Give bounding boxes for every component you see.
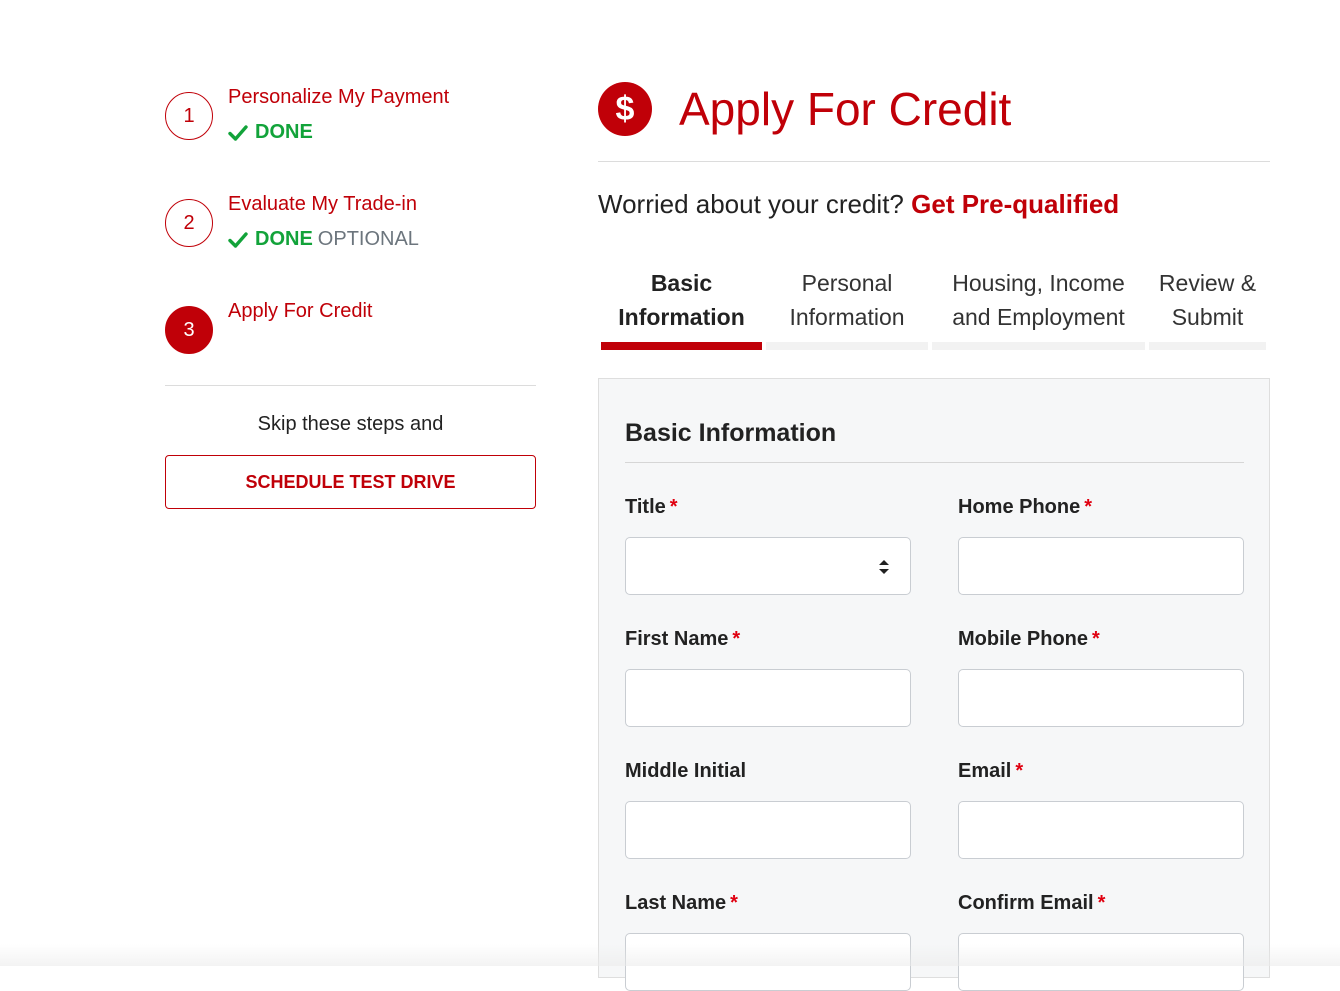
tab-basic-information[interactable]: Basic Information xyxy=(601,266,762,334)
mobile-phone-label-text: Mobile Phone xyxy=(958,628,1088,650)
tab-indicator xyxy=(1149,342,1266,350)
step-number-3: 3 xyxy=(165,306,213,354)
tab-label-line1: Basic xyxy=(650,270,713,296)
step-status-personalize-payment: DONE xyxy=(228,121,313,144)
email-label: Email * xyxy=(958,760,1023,783)
required-marker: * xyxy=(669,496,678,518)
required-marker: * xyxy=(1097,892,1106,914)
header-divider xyxy=(598,161,1270,162)
tab-personal-information[interactable]: Personal Information xyxy=(766,266,928,334)
section-title: Basic Information xyxy=(625,419,837,447)
bottom-scroll-fade xyxy=(0,944,1340,966)
confirm-email-label-text: Confirm Email xyxy=(958,892,1094,914)
required-marker: * xyxy=(730,892,738,914)
skip-steps-text: Skip these steps and xyxy=(257,413,444,435)
title-label-text: Title xyxy=(625,496,666,518)
step-number-2: 2 xyxy=(165,199,213,247)
middle-initial-input[interactable] xyxy=(625,801,911,859)
required-marker: * xyxy=(1092,628,1100,650)
step-title-personalize-payment[interactable]: Personalize My Payment xyxy=(228,86,449,109)
tab-label-line1: Housing, Income xyxy=(952,270,1125,296)
confirm-email-label: Confirm Email * xyxy=(958,892,1105,915)
tab-label-line1: Personal xyxy=(801,270,893,296)
steps-sidebar: 1 Personalize My Payment DONE 2 Evaluate… xyxy=(165,80,536,509)
home-phone-input[interactable] xyxy=(958,537,1244,595)
tab-label-line2: Information xyxy=(618,304,745,330)
mobile-phone-label: Mobile Phone * xyxy=(958,628,1100,651)
page-header: $ Apply For Credit xyxy=(598,80,1270,138)
done-label: DONE xyxy=(255,228,313,250)
schedule-test-drive-button[interactable]: SCHEDULE TEST DRIVE xyxy=(165,455,536,509)
required-marker: * xyxy=(1015,760,1024,782)
step-title-evaluate-trade-in[interactable]: Evaluate My Trade-in xyxy=(228,193,417,216)
tab-indicator-active xyxy=(601,342,762,350)
tab-label-line2: and Employment xyxy=(952,304,1125,330)
prequal-text: Worried about your credit? xyxy=(598,189,904,219)
required-marker: * xyxy=(1084,496,1093,518)
home-phone-label: Home Phone * xyxy=(958,496,1092,519)
tab-indicator xyxy=(766,342,928,350)
title-select[interactable] xyxy=(625,537,911,595)
main-content: $ Apply For Credit Worried about your cr… xyxy=(598,80,1270,991)
step-evaluate-trade-in[interactable]: 2 Evaluate My Trade-in DONE OPTIONAL xyxy=(165,187,536,294)
first-name-input[interactable] xyxy=(625,669,911,727)
prequal-row: Worried about your credit? Get Pre-quali… xyxy=(598,189,1119,220)
step-number-1: 1 xyxy=(165,92,213,140)
tab-label-line1: Review & xyxy=(1158,270,1257,296)
tab-review-submit[interactable]: Review & Submit xyxy=(1149,266,1266,334)
form-tabs: Basic Information Personal Information H… xyxy=(598,266,1270,350)
tab-housing-income-employment[interactable]: Housing, Income and Employment xyxy=(932,266,1145,334)
email-input[interactable] xyxy=(958,801,1244,859)
check-icon xyxy=(228,231,248,248)
check-icon xyxy=(228,124,248,141)
section-divider xyxy=(625,462,1244,463)
dollar-circle-icon: $ xyxy=(598,82,652,136)
basic-information-form: Basic Information Title * Home Phone * Fir… xyxy=(598,378,1270,991)
optional-label: OPTIONAL xyxy=(317,228,419,250)
tab-label-line2: Information xyxy=(789,304,905,330)
get-prequalified-link[interactable]: Get Pre-qualified xyxy=(911,189,1119,219)
last-name-label-text: Last Name xyxy=(625,892,727,914)
step-title-apply-for-credit[interactable]: Apply For Credit xyxy=(228,300,373,323)
tab-indicator xyxy=(932,342,1145,350)
title-label: Title * xyxy=(625,496,678,519)
tab-label-line2: Submit xyxy=(1171,304,1244,330)
done-label: DONE xyxy=(255,121,313,143)
middle-initial-label-text: Middle Initial xyxy=(625,760,747,782)
middle-initial-label: Middle Initial xyxy=(625,760,746,783)
first-name-label: First Name * xyxy=(625,628,740,651)
email-label-text: Email xyxy=(958,760,1012,782)
step-personalize-payment[interactable]: 1 Personalize My Payment DONE xyxy=(165,80,536,187)
page-title: Apply For Credit xyxy=(679,83,1012,135)
home-phone-label-text: Home Phone xyxy=(958,496,1081,518)
first-name-label-text: First Name xyxy=(625,628,729,650)
mobile-phone-input[interactable] xyxy=(958,669,1244,727)
sidebar-divider xyxy=(165,385,536,386)
last-name-label: Last Name * xyxy=(625,892,738,915)
select-arrows-icon xyxy=(879,560,889,574)
required-marker: * xyxy=(732,628,741,650)
step-status-evaluate-trade-in: DONE OPTIONAL xyxy=(228,228,419,251)
